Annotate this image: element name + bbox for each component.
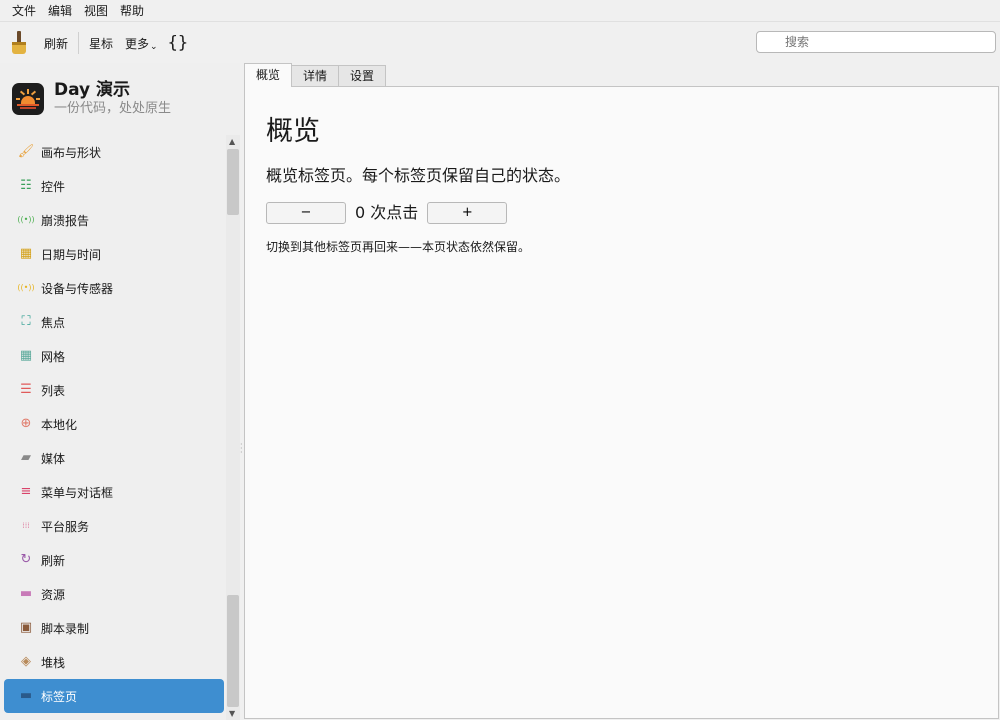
counter-row: − 0 次点击 + (266, 202, 508, 224)
focus-icon: ⛶ (21, 314, 31, 329)
increment-button[interactable]: + (427, 202, 508, 224)
toolbar: 刷新 星标 更多 ⌄ {} (0, 23, 1000, 63)
sidebar-item[interactable]: ▣ 脚本录制 (4, 611, 224, 645)
sliders-icon: ☷ (20, 178, 32, 193)
sidebar-item[interactable]: ☰ 列表 (4, 373, 224, 407)
sidebar-item-label: 平台服务 (41, 519, 90, 534)
sidebar-item[interactable]: ((•)) 崩溃报告 (4, 203, 224, 237)
sidebar-item[interactable]: ≡ 菜单与对话框 (4, 475, 224, 509)
search-input[interactable] (756, 31, 996, 53)
sidebar-nav: 🖌 画布与形状 ☷ 控件 ((•)) 崩溃报告 ▦ 日期与时间 ((•)) 设备与传感器 ⛶ 焦点 ▦ 网… (4, 135, 224, 720)
menu-icon: ≡ (20, 484, 32, 499)
sidebar-item-label: 焦点 (41, 315, 66, 330)
sidebar-item-label: 日期与时间 (41, 247, 102, 262)
sidebar-item[interactable]: ⊕ 本地化 (4, 407, 224, 441)
menu-view[interactable]: 视图 (78, 0, 114, 22)
sidebar-item[interactable]: 🖌 画布与形状 (4, 135, 224, 169)
menu-help[interactable]: 帮助 (114, 0, 150, 22)
sidebar-item-label: 控件 (41, 179, 66, 194)
globe-icon: ⊕ (20, 416, 32, 431)
splitter-handle[interactable]: · · · (240, 441, 243, 457)
sidebar-item-label: 崩溃报告 (41, 213, 90, 228)
app-subtitle: 一份代码，处处原生 (54, 101, 172, 116)
menu-file[interactable]: 文件 (6, 0, 42, 22)
sidebar-item-label: 设备与传感器 (41, 281, 114, 296)
sidebar-item[interactable]: ▦ 日期与时间 (4, 237, 224, 271)
grid-icon: ▦ (19, 348, 33, 363)
click-count: 0 次点击 (355, 203, 419, 222)
sidebar-item-label: 画布与形状 (41, 145, 102, 160)
chevron-down-icon: ⌄ (150, 42, 158, 52)
sidebar-item-label: 标签页 (41, 689, 78, 704)
refresh-button[interactable]: 刷新 (38, 28, 74, 58)
folder-icon: ▬ (19, 586, 33, 601)
sidebar-item-label: 堆栈 (41, 655, 66, 670)
tab-overview[interactable]: 概览 (244, 63, 293, 87)
sidebar-item[interactable]: ⛶ 焦点 (4, 305, 224, 339)
sidebar-item[interactable]: ◈ 堆栈 (4, 645, 224, 679)
list-icon: ☰ (20, 382, 32, 397)
sidebar-item-label: 刷新 (41, 553, 66, 568)
sidebar-item[interactable]: ((•)) 设备与传感器 (4, 271, 224, 305)
sidebar-scrollbar[interactable]: ▲ ▼ (226, 135, 240, 720)
scrollbar-track-segment (227, 595, 239, 707)
terminal-icon: ▣ (19, 620, 33, 635)
tab-panel: 概览 概览标签页。每个标签页保留自己的状态。 − 0 次点击 + 切换到其他标签… (244, 86, 999, 719)
broom-icon[interactable] (8, 29, 30, 57)
toolbar-separator (78, 32, 80, 54)
sidebar-item-label: 网格 (41, 349, 66, 364)
dots-grid-icon: ⁞⁞⁞ (22, 521, 30, 530)
scroll-down-icon[interactable]: ▼ (229, 709, 235, 718)
sidebar-item[interactable]: ▬ 资源 (4, 577, 224, 611)
menu-bar: 文件 编辑 视图 帮助 (0, 0, 1000, 22)
scrollbar-thumb[interactable] (227, 149, 239, 215)
sensor-icon: ((•)) (17, 283, 35, 292)
tab-details[interactable]: 详情 (291, 65, 340, 87)
more-button[interactable]: 更多 ⌄ (119, 28, 164, 58)
sidebar-item[interactable]: ⁞⁞⁞ 平台服务 (4, 509, 224, 543)
app-logo-icon (12, 83, 44, 115)
sidebar: Day 演示 一份代码，处处原生 🖌 画布与形状 ☷ 控件 ((•)) 崩溃报告 ▦ 日期与时… (0, 63, 243, 720)
sidebar-item-label: 菜单与对话框 (41, 485, 114, 500)
app-header: Day 演示 一份代码，处处原生 (12, 80, 171, 118)
page-description: 概览标签页。每个标签页保留自己的状态。 (266, 166, 571, 185)
scroll-up-icon[interactable]: ▲ (229, 137, 235, 146)
sidebar-item-label: 媒体 (41, 451, 66, 466)
app-title: Day 演示 (54, 80, 131, 100)
sidebar-item[interactable]: ↻ 刷新 (4, 543, 224, 577)
broadcast-icon: ((•)) (17, 215, 35, 224)
tabs-icon: ▬ (19, 688, 33, 703)
sidebar-item[interactable]: ▬ 标签页 (4, 679, 224, 713)
sidebar-item[interactable]: ▦ 网格 (4, 339, 224, 373)
star-button[interactable]: 星标 (83, 28, 119, 58)
clapper-icon: ▰ (21, 450, 31, 465)
sidebar-item-label: 脚本录制 (41, 621, 90, 636)
page-title: 概览 (266, 116, 320, 147)
calendar-icon: ▦ (19, 246, 33, 261)
decrement-button[interactable]: − (266, 202, 346, 224)
sidebar-item-label: 列表 (41, 383, 66, 398)
menu-edit[interactable]: 编辑 (42, 0, 78, 22)
refresh-icon: ↻ (20, 552, 32, 567)
tab-settings[interactable]: 设置 (338, 65, 387, 87)
sidebar-item[interactable]: ▰ 媒体 (4, 441, 224, 475)
page-note: 切换到其他标签页再回来——本页状态依然保留。 (266, 240, 531, 254)
sidebar-item-label: 本地化 (41, 417, 78, 432)
tab-bar: 概览 详情 设置 (244, 63, 387, 87)
more-label: 更多 (125, 36, 150, 51)
sidebar-item-label: 资源 (41, 587, 66, 602)
layers-icon: ◈ (21, 654, 31, 669)
braces-icon[interactable]: {} (164, 33, 192, 53)
paintbrush-icon: 🖌 (17, 144, 35, 159)
sidebar-item[interactable]: ☷ 控件 (4, 169, 224, 203)
